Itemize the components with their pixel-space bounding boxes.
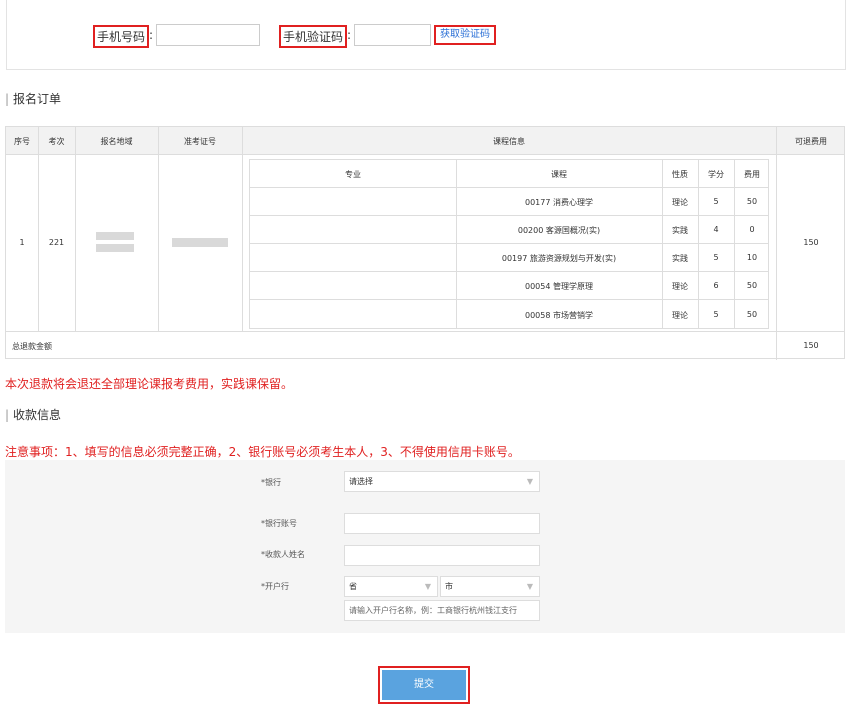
city-select[interactable]: 市 ▼ xyxy=(440,576,540,597)
order-section-title: | 报名订单 xyxy=(5,90,61,107)
redacted-ticket xyxy=(172,238,228,247)
row-refundable: 150 xyxy=(803,238,819,247)
course-fee: 50 xyxy=(746,197,758,206)
city-select-value: 市 xyxy=(445,582,453,591)
branch-label: *开户行 xyxy=(261,582,289,591)
inner-header-course: 课程 xyxy=(551,170,567,179)
code-label: 手机验证码 xyxy=(279,25,348,48)
row-divider xyxy=(250,187,768,188)
course-fee: 50 xyxy=(746,281,758,290)
phone-input[interactable] xyxy=(156,24,260,46)
row-divider xyxy=(250,271,768,272)
course-fee: 0 xyxy=(749,225,755,234)
chevron-down-icon: ▼ xyxy=(424,582,431,591)
course-credit: 5 xyxy=(713,197,719,206)
course-name: 00197 旅游资源规划与开发(实) xyxy=(501,254,617,263)
col-divider xyxy=(158,127,159,331)
course-fee: 50 xyxy=(746,310,758,319)
course-nature: 理论 xyxy=(672,198,688,207)
col-divider xyxy=(662,160,663,328)
course-name: 00200 客源国概况(实) xyxy=(517,226,601,235)
order-section-title-text: 报名订单 xyxy=(13,92,62,106)
total-value: 150 xyxy=(803,341,819,350)
col-divider xyxy=(698,160,699,328)
account-input[interactable] xyxy=(344,513,540,534)
payee-name-input[interactable] xyxy=(344,545,540,566)
total-label: 总退款金额 xyxy=(12,342,52,351)
order-table: 序号 考次 报名地域 准考证号 课程信息 可退费用 1 221 150 专业 课… xyxy=(5,126,845,360)
course-credit: 6 xyxy=(713,281,719,290)
inner-header-nature: 性质 xyxy=(672,170,688,179)
row-exam: 221 xyxy=(48,238,65,247)
course-nature: 实践 xyxy=(672,226,688,235)
header-ticket: 准考证号 xyxy=(184,137,216,146)
payee-name-label: *收款人姓名 xyxy=(261,550,305,559)
inner-header-major: 专业 xyxy=(345,170,361,179)
row-divider xyxy=(250,215,768,216)
refund-note: 本次退款将会退还全部理论课报考费用，实践课保留。 xyxy=(5,377,294,391)
payment-notice: 注意事项：1、填写的信息必须完整正确，2、银行账号必须考生本人，3、不得使用信用… xyxy=(5,445,520,459)
payment-section-title-text: 收款信息 xyxy=(13,408,62,422)
section-bar: | xyxy=(5,92,10,106)
submit-button[interactable]: 提交 xyxy=(378,666,470,704)
bank-select-value: 请选择 xyxy=(349,477,373,486)
course-credit: 5 xyxy=(713,310,719,319)
course-fee: 10 xyxy=(746,253,758,262)
col-divider xyxy=(75,127,76,331)
header-index: 序号 xyxy=(14,137,30,146)
row-index: 1 xyxy=(19,238,25,247)
row-divider xyxy=(250,299,768,300)
header-refundable: 可退费用 xyxy=(795,137,827,146)
account-label: *银行账号 xyxy=(261,519,297,528)
course-credit: 5 xyxy=(713,253,719,262)
row-divider xyxy=(6,331,844,332)
payment-section-title: | 收款信息 xyxy=(5,406,61,423)
header-region: 报名地域 xyxy=(100,137,133,146)
province-select-value: 省 xyxy=(349,582,357,591)
header-exam: 考次 xyxy=(48,137,65,146)
col-divider xyxy=(242,127,243,331)
course-credit: 4 xyxy=(713,225,719,234)
get-code-button[interactable]: 获取验证码 xyxy=(434,25,496,45)
redacted-region xyxy=(96,232,134,240)
bank-select[interactable]: 请选择 ▼ xyxy=(344,471,540,492)
course-name: 00058 市场营销学 xyxy=(525,311,593,320)
province-select[interactable]: 省 ▼ xyxy=(344,576,438,597)
row-divider xyxy=(250,243,768,244)
col-divider xyxy=(734,160,735,328)
section-bar: | xyxy=(5,408,10,422)
phone-label: 手机号码 xyxy=(93,25,150,48)
row-divider xyxy=(6,154,844,155)
course-nature: 实践 xyxy=(672,254,688,263)
col-divider xyxy=(456,160,457,328)
inner-header-credit: 学分 xyxy=(708,170,724,179)
inner-header-fee: 费用 xyxy=(744,170,760,179)
submit-button-label: 提交 xyxy=(382,670,466,700)
course-table: 专业 课程 性质 学分 费用 00177 消费心理学 理论 5 50 00200… xyxy=(249,159,769,329)
redacted-region xyxy=(96,244,134,252)
branch-name-input[interactable]: 请输入开户行名称，例：工商银行杭州钱江支行 xyxy=(344,600,540,621)
col-divider xyxy=(38,127,39,331)
code-input[interactable] xyxy=(354,24,431,46)
bank-label: *银行 xyxy=(261,478,281,487)
course-nature: 理论 xyxy=(672,311,688,320)
header-course-info: 课程信息 xyxy=(493,137,525,146)
phone-colon: : xyxy=(149,28,154,42)
chevron-down-icon: ▼ xyxy=(526,582,533,591)
course-name: 00054 管理学原理 xyxy=(525,282,593,291)
chevron-down-icon: ▼ xyxy=(526,477,533,486)
code-colon: : xyxy=(347,28,352,42)
course-nature: 理论 xyxy=(672,282,688,291)
course-name: 00177 消费心理学 xyxy=(525,198,593,207)
